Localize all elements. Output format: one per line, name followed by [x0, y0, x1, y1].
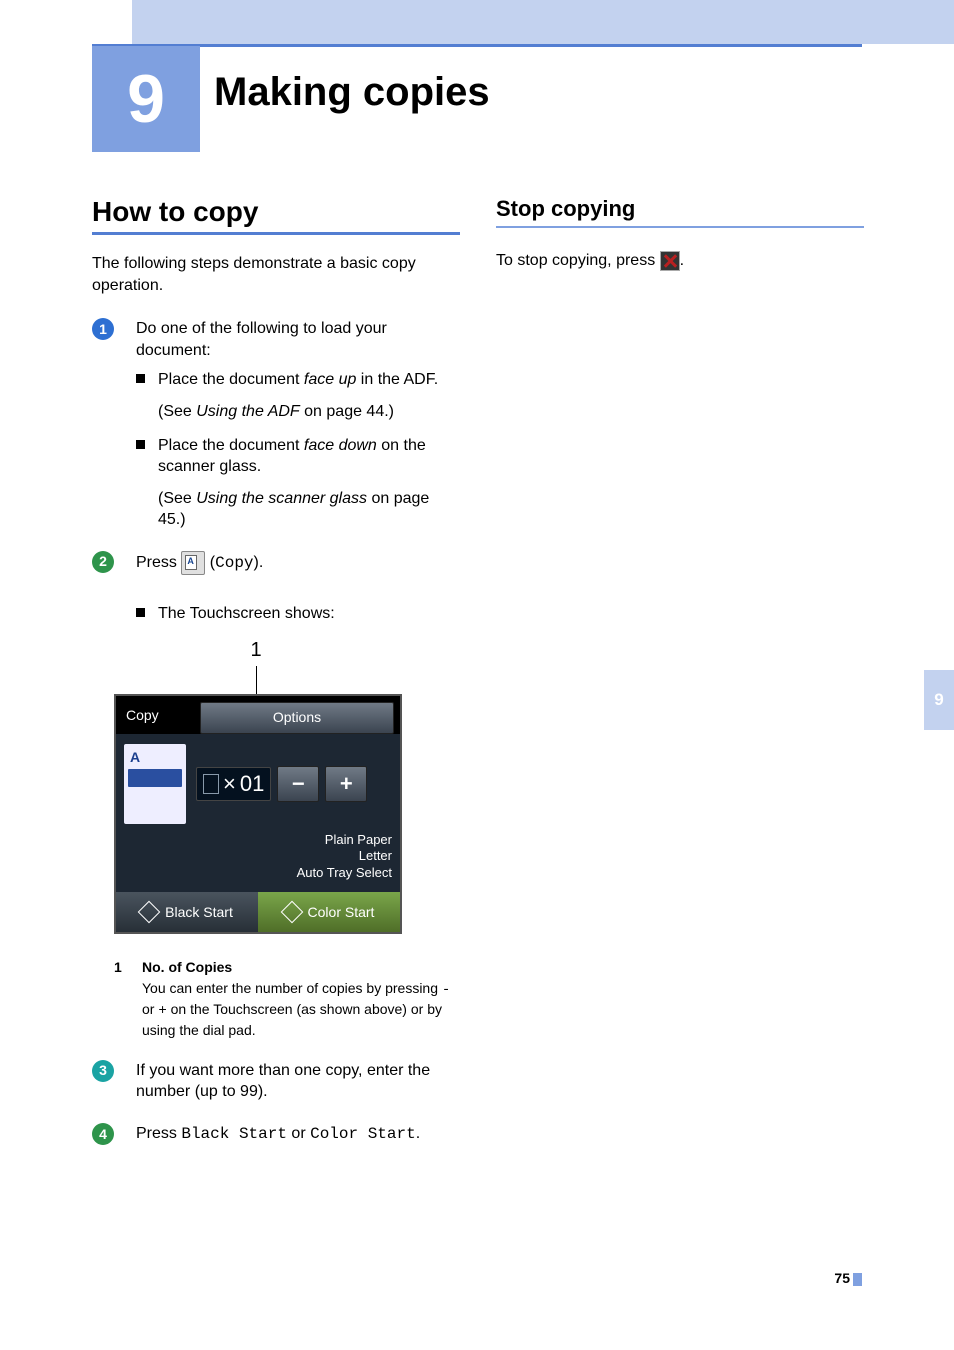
heading-rule [92, 232, 460, 235]
ts-color-start-button[interactable]: Color Start [258, 892, 400, 932]
stop-x-icon [660, 251, 680, 271]
sheet-icon [203, 774, 219, 794]
step-2-sub-1: The Touchscreen shows: [136, 603, 460, 625]
steps-list: 1 Do one of the following to load your d… [92, 318, 460, 1145]
square-bullet-icon [136, 374, 145, 383]
callout-1-number: 1 [250, 639, 261, 661]
step-bullet-1: 1 [92, 318, 114, 340]
step-1-sub-2: Place the document face down on the scan… [136, 435, 460, 531]
stop-copying-text: To stop copying, press . [496, 250, 864, 272]
header-band [132, 0, 954, 44]
step-bullet-4: 4 [92, 1123, 114, 1145]
step-1: 1 Do one of the following to load your d… [92, 318, 460, 531]
ts-minus-button[interactable]: − [277, 766, 319, 802]
chapter-title: Making copies [214, 70, 490, 115]
square-bullet-icon [136, 440, 145, 449]
ts-preview-icon: A [124, 744, 186, 824]
ts-settings-info: Plain Paper Letter Auto Tray Select [124, 832, 392, 883]
step-1-text: Do one of the following to load your doc… [136, 320, 387, 359]
callout-line [256, 666, 257, 694]
start-diamond-icon [138, 901, 161, 924]
ts-options-button[interactable]: Options [200, 702, 394, 734]
step-4: 4 Press Black Start or Color Start. [92, 1123, 460, 1146]
ts-title: Copy [116, 696, 194, 734]
chapter-number: 9 [127, 60, 165, 138]
start-diamond-icon [280, 901, 303, 924]
chapter-number-box: 9 [92, 46, 200, 152]
square-bullet-icon [136, 608, 145, 617]
header-rule [92, 44, 862, 47]
chapter-side-tab: 9 [924, 670, 954, 730]
heading-rule [496, 226, 864, 228]
intro-paragraph: The following steps demonstrate a basic … [92, 253, 460, 296]
step-2: 2 Press (Copy). The Touchscreen shows: 1 [92, 551, 460, 1040]
step-bullet-3: 3 [92, 1060, 114, 1082]
ts-black-start-button[interactable]: Black Start [116, 892, 258, 932]
page-corner-mark [853, 1273, 862, 1286]
step-bullet-2: 2 [92, 551, 114, 573]
step-3: 3 If you want more than one copy, enter … [92, 1060, 460, 1103]
touchscreen: Copy Options A [114, 694, 402, 935]
touchscreen-figure: 1 Copy Options A [136, 637, 460, 935]
ts-copy-count[interactable]: ×01 [196, 767, 271, 801]
page-number: 75 [834, 1270, 850, 1286]
right-column: Stop copying To stop copying, press . [496, 196, 864, 294]
figure-legend-1: 1 No. of Copies You can enter the number… [114, 958, 460, 1040]
copy-icon [181, 551, 205, 575]
section-heading-stop-copying: Stop copying [496, 196, 864, 222]
section-heading-how-to-copy: How to copy [92, 196, 460, 228]
step-1-sub-1: Place the document face up in the ADF. (… [136, 369, 460, 422]
ts-plus-button[interactable]: + [325, 766, 367, 802]
left-column: How to copy The following steps demonstr… [92, 196, 460, 1166]
